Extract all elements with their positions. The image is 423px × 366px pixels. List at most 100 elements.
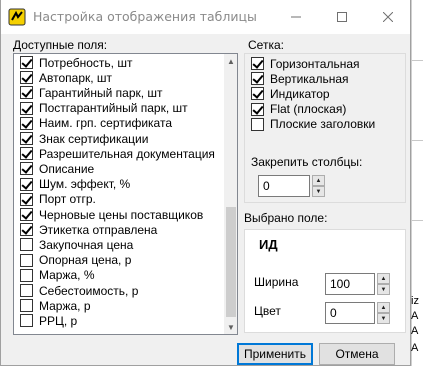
field-list-item[interactable]: Знак сертификации <box>14 131 224 146</box>
field-checkbox[interactable] <box>20 238 33 252</box>
width-stepper[interactable]: 100 ▲ ▼ <box>325 273 390 295</box>
field-checkbox[interactable] <box>20 314 33 328</box>
close-icon <box>383 12 393 22</box>
field-checkbox[interactable] <box>20 116 33 130</box>
spin-down-icon[interactable]: ▼ <box>377 284 390 295</box>
color-label: Цвет <box>254 304 281 318</box>
grid-group: Горизонтальная Вертикальная Индикатор Flat … <box>244 53 406 203</box>
minimize-icon <box>291 16 301 18</box>
spin-up-icon[interactable]: ▲ <box>377 273 390 284</box>
fields-scrollbar[interactable]: ▲ ▼ <box>224 54 237 334</box>
field-list-item[interactable]: Постгарантийный парк, шт <box>14 101 224 116</box>
fields-list[interactable]: Потребность, шт Автопарк, шт Гарантийный п… <box>13 53 238 335</box>
background-text-fragment: А <box>411 310 419 322</box>
field-label: Постгарантийный парк, шт <box>39 101 188 116</box>
grid-option[interactable]: Вертикальная <box>245 71 349 86</box>
field-list-item[interactable]: Гарантийный парк, шт <box>14 85 224 100</box>
background-text-fragment: iz <box>411 295 419 307</box>
field-list-item[interactable]: Закупочная цена <box>14 237 224 252</box>
grid-option[interactable]: Индикатор <box>245 86 330 101</box>
field-list-item[interactable]: Маржа, % <box>14 268 224 283</box>
field-label: Знак сертификации <box>39 131 149 146</box>
field-list-item[interactable]: Маржа, р <box>14 298 224 313</box>
freeze-columns-stepper[interactable]: 0 ▲ ▼ <box>258 175 325 197</box>
spin-down-icon[interactable]: ▼ <box>377 313 390 324</box>
field-checkbox[interactable] <box>20 208 33 221</box>
field-list-item[interactable]: Себестоимость, р <box>14 283 224 298</box>
maximize-button[interactable] <box>319 0 365 34</box>
freeze-columns-label: Закрепить столбцы: <box>251 155 363 169</box>
field-label: Себестоимость, р <box>39 283 139 298</box>
grid-option-checkbox[interactable] <box>251 57 264 70</box>
field-list-item[interactable]: РРЦ, р <box>14 313 224 328</box>
spin-up-icon[interactable]: ▲ <box>377 302 390 313</box>
field-label: Маржа, % <box>39 268 95 283</box>
field-list-item[interactable]: Этикетка отправлена <box>14 222 224 237</box>
cancel-button[interactable]: Отмена <box>319 343 395 365</box>
field-label: Потребность, шт <box>39 55 133 70</box>
grid-option-checkbox[interactable] <box>251 72 264 86</box>
grid-option-label: Flat (плоская) <box>270 102 347 117</box>
spin-down-icon[interactable]: ▼ <box>312 186 325 197</box>
field-label: Черновые цены поставщиков <box>39 207 204 222</box>
field-checkbox[interactable] <box>20 268 33 282</box>
spin-up-icon[interactable]: ▲ <box>312 175 325 186</box>
field-checkbox[interactable] <box>20 101 33 115</box>
field-list-item[interactable]: Потребность, шт <box>14 55 224 70</box>
field-list-item[interactable]: Порт отгр. <box>14 192 224 207</box>
field-checkbox[interactable] <box>20 132 33 145</box>
field-checkbox[interactable] <box>20 284 33 297</box>
grid-option[interactable]: Flat (плоская) <box>245 102 346 117</box>
grid-option[interactable]: Горизонтальная <box>245 56 360 71</box>
field-label: Порт отгр. <box>39 192 96 207</box>
freeze-columns-input[interactable]: 0 <box>258 175 310 197</box>
grid-option[interactable]: Плоские заголовки <box>245 117 375 132</box>
field-label: Автопарк, шт <box>39 70 113 85</box>
field-checkbox[interactable] <box>20 147 33 161</box>
field-list-item[interactable]: Черновые цены поставщиков <box>14 207 224 222</box>
grid-option-checkbox[interactable] <box>251 102 264 116</box>
field-list-item[interactable]: Разрешительная документация <box>14 146 224 161</box>
settings-dialog: Настройка отображения таблицы Доступные … <box>0 0 411 366</box>
field-list-item[interactable]: Шум. эффект, % <box>14 177 224 192</box>
field-list-item[interactable]: Опорная цена, р <box>14 253 224 268</box>
scroll-down-icon[interactable]: ▼ <box>224 320 237 334</box>
field-list-item[interactable]: Автопарк, шт <box>14 70 224 85</box>
background-text-fragment: А <box>411 342 419 354</box>
field-list-item[interactable]: Наим. грп. сертификата <box>14 116 224 131</box>
selected-field-group: ИД Ширина 100 ▲ ▼ Цвет 0 ▲ ▼ <box>244 229 406 333</box>
width-input[interactable]: 100 <box>325 273 375 295</box>
field-label: Гарантийный парк, шт <box>39 85 163 100</box>
field-checkbox[interactable] <box>20 299 33 313</box>
field-checkbox[interactable] <box>20 71 33 85</box>
scroll-thumb[interactable] <box>226 207 236 317</box>
color-input[interactable]: 0 <box>325 302 375 324</box>
minimize-button[interactable] <box>273 0 319 34</box>
scroll-up-icon[interactable]: ▲ <box>224 54 237 68</box>
field-checkbox[interactable] <box>20 253 33 267</box>
field-checkbox[interactable] <box>20 192 33 206</box>
close-button[interactable] <box>365 0 410 34</box>
grid-option-checkbox[interactable] <box>251 117 264 131</box>
width-label: Ширина <box>254 275 299 289</box>
field-checkbox[interactable] <box>20 177 33 191</box>
field-label: РРЦ, р <box>39 313 78 328</box>
field-label: Закупочная цена <box>39 237 134 252</box>
maximize-icon <box>337 12 347 22</box>
field-checkbox[interactable] <box>20 56 33 69</box>
app-icon <box>8 8 26 26</box>
field-label: Описание <box>39 161 95 176</box>
field-list-item[interactable]: Описание <box>14 161 224 176</box>
color-stepper[interactable]: 0 ▲ ▼ <box>325 302 390 324</box>
selected-field-name: ИД <box>259 237 278 252</box>
field-label: Этикетка отправлена <box>39 222 158 237</box>
field-checkbox[interactable] <box>20 162 33 176</box>
selected-field-label: Выбрано поле: <box>244 211 328 225</box>
field-label: Шум. эффект, % <box>39 177 131 192</box>
background-text-fragment: А <box>411 325 419 337</box>
field-checkbox[interactable] <box>20 86 33 100</box>
grid-option-checkbox[interactable] <box>251 87 264 101</box>
field-checkbox[interactable] <box>20 223 33 237</box>
apply-button[interactable]: Применить <box>237 343 313 365</box>
title-bar: Настройка отображения таблицы <box>1 0 410 34</box>
